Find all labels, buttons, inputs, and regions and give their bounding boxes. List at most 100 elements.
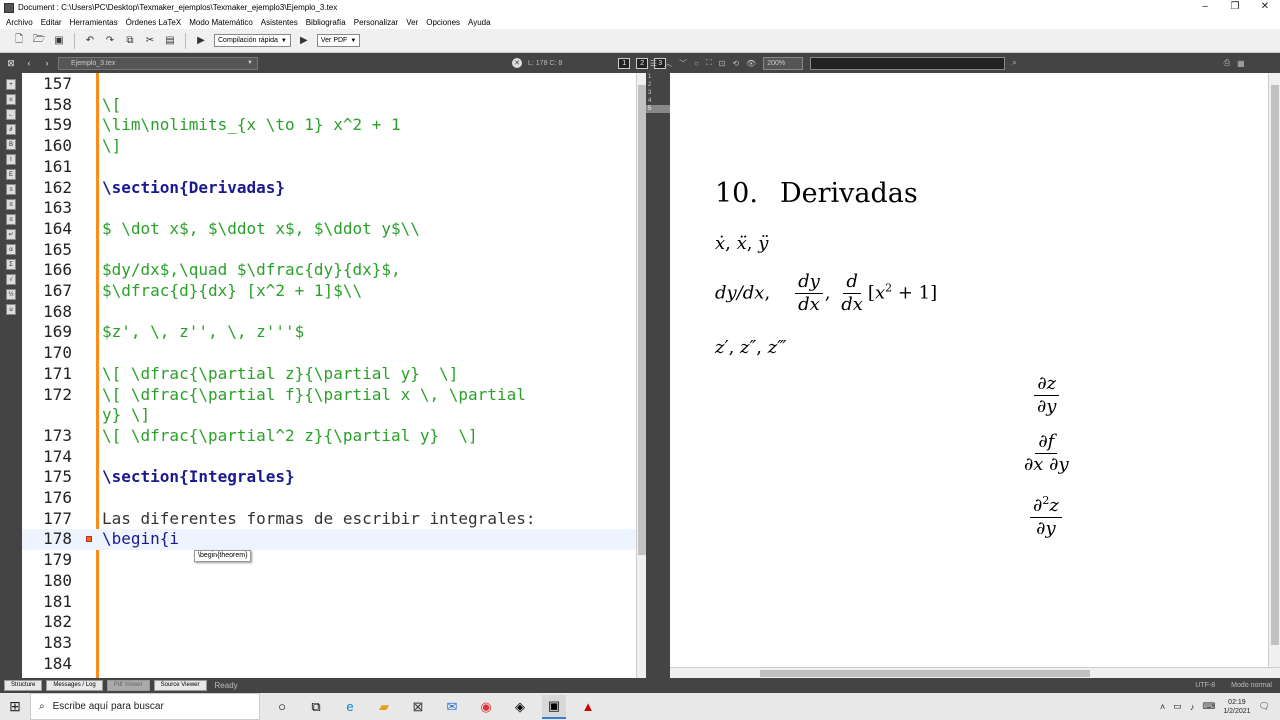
editor-line[interactable]: 174: [22, 447, 636, 468]
copy-icon[interactable]: ⧉: [123, 34, 137, 48]
editor-line[interactable]: 169 $z', \, z'', \, z'''$: [22, 322, 636, 343]
print-icon[interactable]: ⎙: [1224, 58, 1230, 68]
menu-herramientas[interactable]: Herramientas: [70, 18, 118, 27]
editor-scrollbar-thumb[interactable]: [638, 85, 646, 555]
editor-line[interactable]: 167 $\dfrac{d}{dx} [x^2 + 1]$\\: [22, 281, 636, 302]
mail-icon[interactable]: ✉: [440, 695, 464, 719]
page-up-icon[interactable]: ︿: [664, 58, 672, 69]
close-doc-icon[interactable]: ⊠: [4, 56, 18, 70]
save-icon[interactable]: ▣: [52, 34, 66, 48]
editor-line[interactable]: 161: [22, 157, 636, 178]
editor-scrollbar[interactable]: [636, 73, 646, 678]
compile-select[interactable]: Compilación rápida ▼: [214, 34, 291, 47]
pdf-page-item[interactable]: 4: [646, 97, 670, 105]
editor-line[interactable]: 177 Las diferentes formas de escribir int…: [22, 509, 636, 530]
editor-line[interactable]: 175 \section{Integrales}: [22, 467, 636, 488]
side-misc-icon[interactable]: ∂: [6, 124, 16, 135]
network-icon[interactable]: ▭: [1173, 701, 1182, 712]
side-sqrt-icon[interactable]: √: [6, 274, 16, 285]
editor-line[interactable]: 176: [22, 488, 636, 509]
editor-line[interactable]: 170: [22, 343, 636, 364]
redo-icon[interactable]: ↷: [103, 34, 117, 48]
menu-ver[interactable]: Ver: [406, 18, 418, 27]
notifications-icon[interactable]: 🗨: [1259, 701, 1270, 712]
side-align-center-icon[interactable]: ≡: [6, 199, 16, 210]
editor-line[interactable]: 182: [22, 612, 636, 633]
bookmark-marker-icon[interactable]: [86, 536, 92, 543]
volume-icon[interactable]: ♪: [1190, 702, 1195, 712]
side-sum-icon[interactable]: Σ: [6, 259, 16, 270]
menu-archivo[interactable]: Archivo: [6, 18, 33, 27]
zoom-select[interactable]: 200%: [763, 56, 804, 70]
editor-line[interactable]: 159 \lim\nolimits_{x \to 1} x^2 + 1: [22, 115, 636, 136]
menu-editar[interactable]: Editar: [41, 18, 62, 27]
side-structure-icon[interactable]: +: [6, 79, 16, 90]
circle-icon[interactable]: ○: [694, 59, 699, 68]
search-icon[interactable]: ⌕: [1012, 58, 1016, 68]
editor-line[interactable]: 171 \[ \dfrac{\partial z}{\partial y} \]: [22, 364, 636, 385]
editor-line[interactable]: 160 \]: [22, 136, 636, 157]
pdf-page-item[interactable]: 2: [646, 81, 670, 89]
side-align-left-icon[interactable]: ≡: [6, 184, 16, 195]
menu-ordenes-latex[interactable]: Órdenes LaTeX: [126, 18, 182, 27]
side-newline-icon[interactable]: ↵: [6, 229, 16, 240]
encoding-label[interactable]: UTF-8: [1195, 682, 1215, 689]
editor-line[interactable]: 166 $dy/dx$,\quad $\dfrac{dy}{dx}$,: [22, 260, 636, 281]
grid-icon[interactable]: ▦: [1237, 59, 1245, 68]
menu-bibliografia[interactable]: Bibliografía: [306, 18, 346, 27]
page-down-icon[interactable]: ﹀: [679, 58, 687, 69]
windows-start-icon[interactable]: ⊞: [0, 693, 30, 720]
editor-line[interactable]: 168: [22, 302, 636, 323]
texmaker-taskbar-icon[interactable]: ▣: [542, 694, 566, 719]
side-user-icon[interactable]: u: [6, 304, 16, 315]
editor-line[interactable]: 172 \[ \dfrac{\partial f}{\partial x \, \…: [22, 385, 636, 406]
close-icon[interactable]: ✕: [1250, 0, 1280, 15]
pdf-viewer-button[interactable]: Pdf Viewer: [106, 680, 150, 691]
store-icon[interactable]: ⊠: [406, 695, 430, 719]
structure-tab-button[interactable]: Structure: [4, 680, 43, 691]
minimize-icon[interactable]: –: [1190, 0, 1220, 15]
autocomplete-suggestion[interactable]: \begin{theorem}: [194, 550, 252, 562]
menu-modo-matematico[interactable]: Modo Matemático: [189, 18, 253, 27]
chrome-icon[interactable]: ◉: [474, 695, 498, 719]
fit-width-icon[interactable]: ⊡: [719, 59, 726, 68]
editor-line[interactable]: 180: [22, 571, 636, 592]
undo-icon[interactable]: ↶: [83, 34, 97, 48]
view-select[interactable]: Ver PDF ▼: [316, 34, 361, 47]
fit-page-icon[interactable]: ⛶: [706, 58, 712, 68]
chevron-up-icon[interactable]: ˄: [1160, 702, 1165, 712]
pdf-viewer[interactable]: 10. Derivadas ẋ, ẍ, ÿ dy/dx, dy dx, d dx [x2…: [670, 73, 1268, 667]
side-bold-icon[interactable]: B: [6, 139, 16, 150]
pdf-search-input[interactable]: [810, 56, 1006, 70]
system-clock[interactable]: 02:19 1/2/2021: [1223, 698, 1250, 716]
pdf-page-item[interactable]: 1: [646, 73, 670, 81]
editor-line[interactable]: 183: [22, 633, 636, 654]
new-file-icon[interactable]: 🗋: [12, 34, 26, 48]
editor-line[interactable]: 178 \begin{i: [22, 529, 636, 551]
file-explorer-icon[interactable]: ▰: [372, 695, 396, 719]
side-align-right-icon[interactable]: ≡: [6, 214, 16, 225]
source-viewer-button[interactable]: Source Viewer: [153, 680, 207, 691]
side-italic-icon[interactable]: I: [6, 154, 16, 165]
pdf-vertical-scrollbar[interactable]: [1268, 73, 1280, 667]
close-icon[interactable]: ✕: [512, 58, 522, 68]
menu-personalizar[interactable]: Personalizar: [354, 18, 398, 27]
editor-line[interactable]: 164 $ \dot x$, $\ddot x$, $\ddot y$\\: [22, 219, 636, 240]
paste-icon[interactable]: ▤: [163, 34, 177, 48]
editor-line[interactable]: 179: [22, 550, 636, 571]
code-editor[interactable]: 157 158 \[159 \lim\nolimits_{x \to 1} x^2 +…: [22, 73, 636, 678]
side-frac-icon[interactable]: ½: [6, 289, 16, 300]
view-icon[interactable]: 👁: [746, 59, 756, 68]
menu-opciones[interactable]: Opciones: [426, 18, 460, 27]
editor-line[interactable]: 158 \[: [22, 95, 636, 116]
app-icon[interactable]: ◈: [508, 695, 532, 719]
maximize-icon[interactable]: ❐: [1220, 0, 1250, 15]
editor-line[interactable]: 165: [22, 240, 636, 261]
structure-1-button[interactable]: 1: [618, 57, 631, 69]
editor-line[interactable]: 181: [22, 592, 636, 613]
editor-line[interactable]: y} \]: [22, 405, 636, 426]
editor-line[interactable]: 162 \section{Derivadas}: [22, 178, 636, 199]
editor-line[interactable]: 157: [22, 74, 636, 95]
editor-line[interactable]: 184: [22, 654, 636, 675]
menu-ayuda[interactable]: Ayuda: [468, 18, 491, 27]
